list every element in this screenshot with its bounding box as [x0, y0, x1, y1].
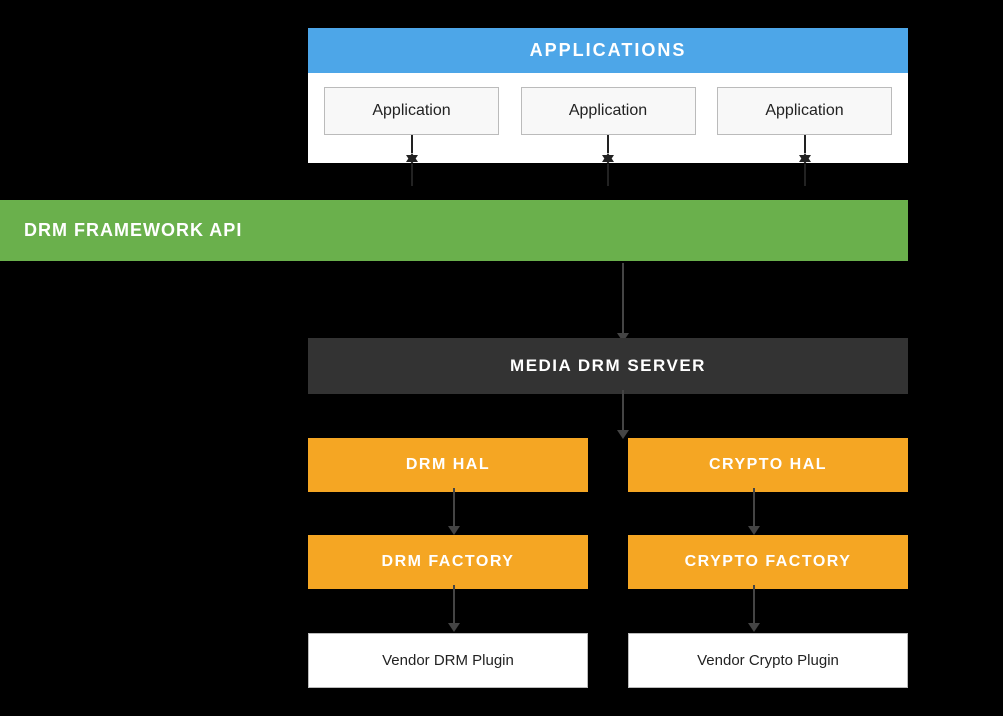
- drm-framework-block: DRM FRAMEWORK API: [0, 200, 908, 261]
- hal-factory-shaft-right: [753, 488, 755, 526]
- factory-plugin-arrow-right: [748, 585, 760, 632]
- factory-plugin-arrowhead-left: [448, 623, 460, 632]
- hal-row: DRM HAL CRYPTO HAL: [308, 438, 908, 492]
- arrowshaft-up-1: [411, 135, 413, 153]
- hal-factory-shaft-left: [453, 488, 455, 526]
- bidir-arrow-1: [324, 155, 499, 186]
- hal-factory-arrow-right: [748, 488, 760, 535]
- app-box-2: Application: [521, 87, 696, 135]
- crypto-plugin-box: Vendor Crypto Plugin: [628, 633, 908, 688]
- diagram: APPLICATIONS Application Application App…: [0, 0, 1003, 716]
- arrowshaft-up-3: [804, 135, 806, 153]
- drm-factory-box: DRM FACTORY: [308, 535, 588, 589]
- bidir-arrow-2: [521, 155, 696, 186]
- crypto-hal-box: CRYPTO HAL: [628, 438, 908, 492]
- arrowhead-down-sm-2: [602, 155, 614, 164]
- arrowshaft-up-2: [607, 135, 609, 153]
- arrowshaft-sm-2: [607, 164, 609, 186]
- drm-server-shaft: [622, 263, 624, 333]
- hal-factory-arrowhead-left: [448, 526, 460, 535]
- hal-factory-arrow-left: [448, 488, 460, 535]
- arrowshaft-sm-1: [411, 164, 413, 186]
- applications-block: APPLICATIONS Application Application App…: [308, 28, 908, 163]
- arrowhead-down-sm-3: [799, 155, 811, 164]
- bidir-arrow-3: [717, 155, 892, 186]
- plugin-row: Vendor DRM Plugin Vendor Crypto Plugin: [308, 633, 908, 688]
- factory-plugin-arrow-left: [448, 585, 460, 632]
- crypto-factory-box: CRYPTO FACTORY: [628, 535, 908, 589]
- server-hal-shaft: [622, 390, 624, 430]
- factory-plugin-shaft-right: [753, 585, 755, 623]
- connector-arrows: [308, 155, 908, 203]
- app-box-3: Application: [717, 87, 892, 135]
- media-drm-server-block: MEDIA DRM SERVER: [308, 338, 908, 394]
- applications-body: Application Application Application: [308, 73, 908, 135]
- app-box-1: Application: [324, 87, 499, 135]
- factory-plugin-shaft-left: [453, 585, 455, 623]
- drm-plugin-box: Vendor DRM Plugin: [308, 633, 588, 688]
- arrowshaft-sm-3: [804, 164, 806, 186]
- server-to-hal-arrow: [617, 390, 629, 439]
- drm-hal-box: DRM HAL: [308, 438, 588, 492]
- arrowhead-down-sm-1: [406, 155, 418, 164]
- factory-plugin-arrowhead-right: [748, 623, 760, 632]
- hal-factory-arrowhead-right: [748, 526, 760, 535]
- applications-header: APPLICATIONS: [308, 28, 908, 73]
- factory-row: DRM FACTORY CRYPTO FACTORY: [308, 535, 908, 589]
- drm-to-server-arrow: [617, 263, 629, 342]
